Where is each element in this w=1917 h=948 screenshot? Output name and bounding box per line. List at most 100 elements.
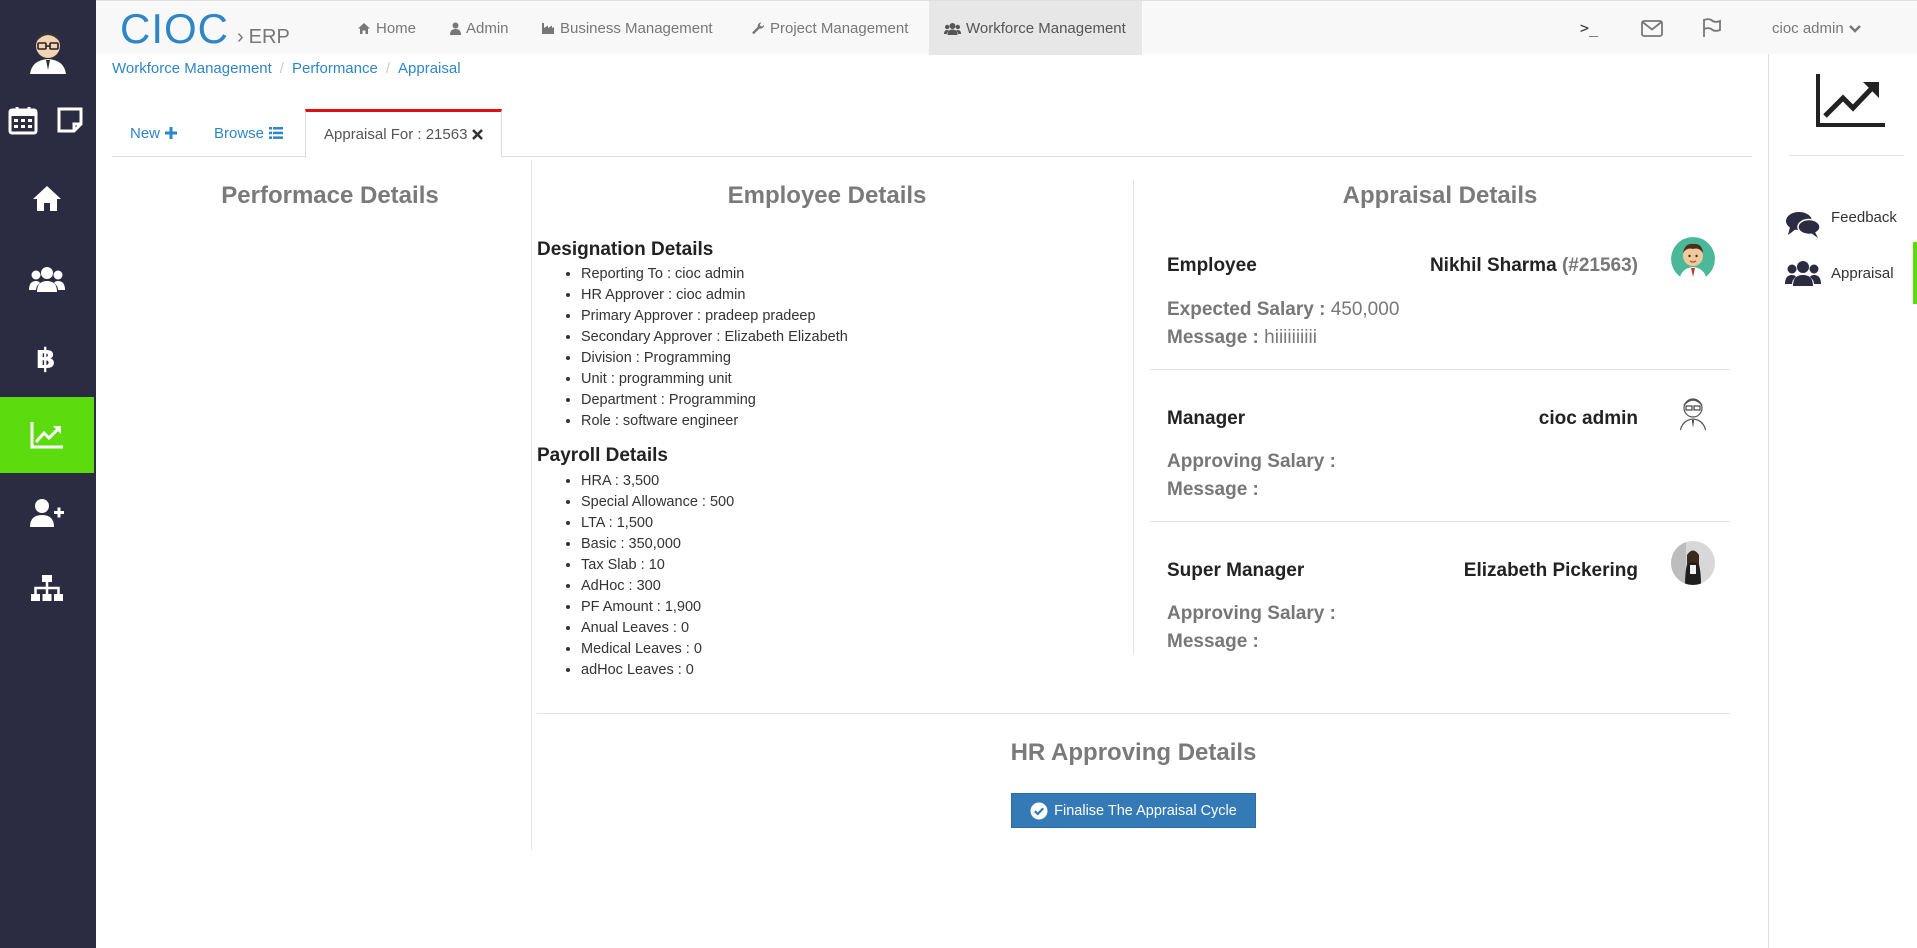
flag-icon <box>1703 18 1721 37</box>
tab-appraisal-active[interactable]: Appraisal For : 21563 <box>305 109 503 158</box>
performance-nav-icon[interactable] <box>0 397 94 473</box>
nav-workforce-management[interactable]: Workforce Management <box>929 1 1142 55</box>
tab-browse-label: Browse <box>214 124 265 142</box>
brand-logo[interactable]: CIOC › ERP <box>120 5 290 53</box>
top-navbar: CIOC › ERP Home Admin Business Managemen… <box>96 0 1917 55</box>
list-item: Anual Leaves : 0 <box>581 618 734 639</box>
employee-message-label: Message : <box>1167 327 1259 348</box>
user-avatar[interactable] <box>26 26 70 74</box>
list-item: adHoc Leaves : 0 <box>581 660 734 681</box>
appraisal-super-manager-label: Super Manager <box>1167 560 1305 581</box>
user-menu[interactable]: cioc admin <box>1772 1 1861 55</box>
appraisal-details-title: Appraisal Details <box>1342 182 1538 209</box>
list-icon <box>269 127 284 139</box>
tab-bar: New Browse Appraisal For : 21563 <box>112 109 1752 158</box>
tab-browse[interactable]: Browse <box>196 109 301 157</box>
industry-icon <box>542 22 554 34</box>
right-panel-appraisal[interactable]: Appraisal <box>1769 248 1917 298</box>
flag-button[interactable] <box>1702 1 1722 55</box>
nav-workforce-label: Workforce Management <box>966 19 1126 37</box>
breadcrumb-performance[interactable]: Performance <box>292 60 378 77</box>
performance-chart-icon <box>1815 72 1887 132</box>
nav-home-label: Home <box>376 19 417 37</box>
bitcoin-nav-icon[interactable]: ฿ <box>0 320 94 396</box>
tab-new[interactable]: New <box>112 109 195 157</box>
home-nav-icon[interactable] <box>0 160 94 236</box>
nav-admin-label: Admin <box>466 19 509 37</box>
breadcrumb: Workforce Management / Performance / App… <box>112 60 461 77</box>
payroll-list: HRA : 3,500 Special Allowance : 500 LTA … <box>581 471 734 681</box>
wrench-icon <box>752 21 765 34</box>
nav-business-management[interactable]: Business Management <box>526 1 728 55</box>
row-divider <box>1150 369 1730 370</box>
breadcrumb-workforce[interactable]: Workforce Management <box>112 60 272 77</box>
designation-details-heading: Designation Details <box>537 239 714 260</box>
user-menu-label: cioc admin <box>1772 19 1844 37</box>
tab-active-label: Appraisal For : 21563 <box>324 126 468 143</box>
terminal-icon: >_ <box>1580 19 1599 37</box>
super-manager-avatar <box>1671 541 1715 585</box>
check-circle-icon <box>1030 802 1048 819</box>
envelope-icon <box>1641 19 1663 37</box>
users-icon <box>944 22 961 35</box>
left-sidebar: ฿ <box>0 0 96 948</box>
sitemap-nav-icon[interactable] <box>0 550 94 626</box>
team-nav-icon[interactable] <box>0 241 94 317</box>
expected-salary-label: Expected Salary : <box>1167 299 1326 320</box>
right-panel-feedback[interactable]: Feedback <box>1769 199 1917 249</box>
list-item: LTA : 1,500 <box>581 513 734 534</box>
list-item: Special Allowance : 500 <box>581 492 734 513</box>
list-item: Medical Leaves : 0 <box>581 639 734 660</box>
plus-icon <box>165 127 178 139</box>
breadcrumb-appraisal[interactable]: Appraisal <box>398 60 461 77</box>
list-item: AdHoc : 300 <box>581 576 734 597</box>
manager-name: cioc admin <box>1538 408 1638 429</box>
list-item: Primary Approver : pradeep pradeep <box>581 306 848 327</box>
breadcrumb-separator: / <box>385 60 391 77</box>
nav-home[interactable]: Home <box>342 1 431 55</box>
nav-admin[interactable]: Admin <box>435 1 524 55</box>
list-item: Secondary Approver : Elizabeth Elizabeth <box>581 327 848 348</box>
super-manager-message: Message : <box>1167 631 1259 653</box>
nav-project-management[interactable]: Project Management <box>737 1 923 55</box>
employee-message: Message : hiiiiiiiiii <box>1167 327 1317 349</box>
employee-message-value: hiiiiiiiiii <box>1264 327 1317 348</box>
list-item: Role : software engineer <box>581 411 848 432</box>
terminal-button[interactable]: >_ <box>1580 1 1598 55</box>
home-icon <box>358 22 370 34</box>
sticky-note-icon[interactable] <box>56 106 84 134</box>
employee-details-title: Employee Details <box>727 182 927 209</box>
manager-message: Message : <box>1167 479 1259 501</box>
list-item: Tax Slab : 10 <box>581 555 734 576</box>
super-manager-message-label: Message : <box>1167 631 1259 652</box>
add-user-nav-icon[interactable] <box>0 475 94 551</box>
feedback-label: Feedback <box>1831 208 1897 226</box>
calendar-icon[interactable] <box>8 105 38 135</box>
employee-id: (#21563) <box>1561 255 1638 276</box>
super-manager-salary-label: Approving Salary : <box>1167 603 1336 624</box>
manager-avatar <box>1671 390 1715 434</box>
super-manager-approving-salary: Approving Salary : <box>1167 603 1336 625</box>
list-item: HR Approver : cioc admin <box>581 285 848 306</box>
list-item: Division : Programming <box>581 348 848 369</box>
brand-separator: › <box>237 26 244 48</box>
nav-business-label: Business Management <box>560 19 713 37</box>
manager-salary-label: Approving Salary : <box>1167 451 1336 472</box>
appraisal-manager-label: Manager <box>1167 408 1246 429</box>
column-divider <box>1133 180 1134 655</box>
list-item: Department : Programming <box>581 390 848 411</box>
svg-text:฿: ฿ <box>36 343 55 373</box>
users-icon <box>1785 261 1821 286</box>
hr-approving-details-title: HR Approving Details <box>1010 739 1257 766</box>
finalise-appraisal-button[interactable]: Finalise The Appraisal Cycle <box>1011 793 1256 828</box>
comments-icon <box>1786 212 1821 238</box>
brand-subtitle: ERP <box>248 26 290 48</box>
row-divider <box>1150 521 1730 522</box>
brand-name: CIOC <box>120 5 229 52</box>
mail-button[interactable] <box>1641 1 1663 55</box>
expected-salary-value: 450,000 <box>1330 299 1400 320</box>
close-icon[interactable] <box>472 129 484 140</box>
appraisal-employee-name: Nikhil Sharma (#21563) <box>1430 255 1638 277</box>
employee-name: Nikhil Sharma <box>1429 255 1557 276</box>
right-panel-active-indicator <box>1913 242 1917 304</box>
